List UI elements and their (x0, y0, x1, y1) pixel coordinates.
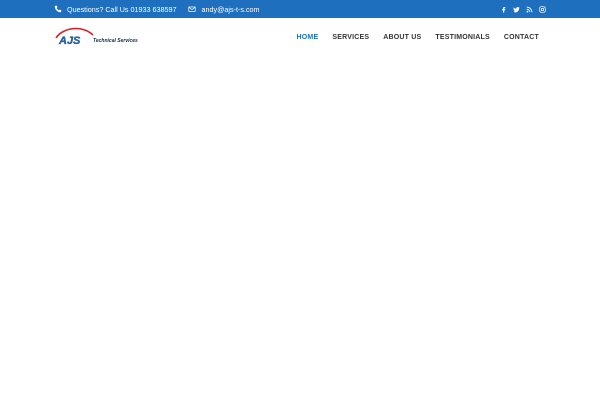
logo-tagline: Technical Services (93, 38, 138, 44)
envelope-icon (188, 5, 197, 13)
logo-mark: AJS (55, 27, 94, 47)
phone-contact[interactable]: Questions? Call Us 01933 638597 (54, 5, 176, 14)
top-bar: Questions? Call Us 01933 638597 andy@ajs… (0, 0, 600, 18)
page-content (0, 56, 600, 400)
email-contact[interactable]: andy@ajs-t-s.com (188, 4, 260, 14)
email-text: andy@ajs-t-s.com (201, 4, 260, 14)
facebook-icon[interactable] (500, 6, 507, 13)
phone-icon (54, 5, 62, 13)
nav-about-us[interactable]: ABOUT US (383, 34, 421, 41)
nav-testimonials[interactable]: TESTIMONIALS (435, 34, 490, 41)
nav-home[interactable]: HOME (297, 34, 319, 41)
phone-text: Questions? Call Us 01933 638597 (67, 4, 177, 14)
nav-contact[interactable]: CONTACT (504, 34, 539, 41)
social-links (494, 0, 546, 18)
twitter-icon[interactable] (513, 6, 520, 13)
contact-info: Questions? Call Us 01933 638597 andy@ajs… (54, 0, 260, 18)
nav-services[interactable]: SERVICES (332, 34, 369, 41)
logo-wordmark: AJS (58, 35, 81, 47)
main-nav: HOME SERVICES ABOUT US TESTIMONIALS CONT… (283, 18, 539, 56)
rss-icon[interactable] (526, 6, 533, 13)
instagram-icon[interactable] (539, 5, 546, 13)
site-header: AJS Technical Services HOME SERVICES ABO… (0, 18, 600, 56)
site-logo[interactable]: AJS Technical Services (55, 26, 140, 48)
